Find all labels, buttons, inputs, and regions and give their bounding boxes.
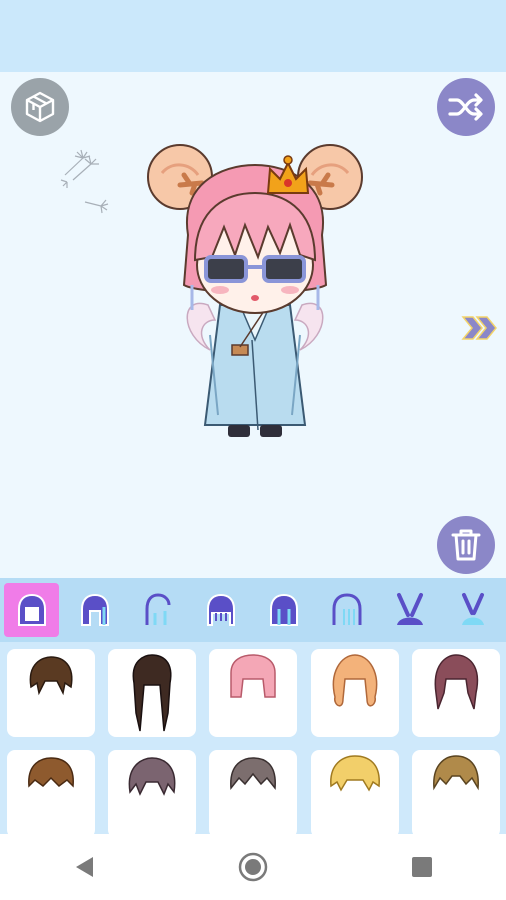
back-button[interactable] xyxy=(54,842,114,892)
cube-3d-icon xyxy=(25,91,55,123)
hairstyle-thumbnail xyxy=(230,757,276,790)
chibi-character xyxy=(147,144,363,437)
tab-hair-side[interactable] xyxy=(130,583,185,637)
back-triangle-icon xyxy=(76,857,94,877)
home-button[interactable] xyxy=(223,842,283,892)
shuffle-button[interactable] xyxy=(437,78,495,136)
tab-hair-full[interactable] xyxy=(4,583,59,637)
hairstyle-thumbnail xyxy=(128,757,176,796)
tab-hair-bangs[interactable] xyxy=(193,583,248,637)
hair-outline-icon xyxy=(332,593,361,625)
tab-hair-front[interactable] xyxy=(67,583,122,637)
hair-item-3[interactable] xyxy=(209,649,297,737)
hair-item-1[interactable] xyxy=(7,649,95,737)
hair-full-icon xyxy=(17,593,46,626)
trash-icon xyxy=(451,529,481,561)
hair-item-2[interactable] xyxy=(108,649,196,737)
tab-bunny-ears[interactable] xyxy=(382,583,437,637)
hairstyle-thumbnail xyxy=(434,654,479,710)
tab-hair-back[interactable] xyxy=(256,583,311,637)
home-circle-icon xyxy=(238,852,268,882)
view-3d-button[interactable] xyxy=(11,78,69,136)
hair-item-10[interactable] xyxy=(412,750,500,834)
recents-button[interactable] xyxy=(392,842,452,892)
hairstyle-thumbnail xyxy=(230,654,276,698)
hair-front-icon xyxy=(80,593,109,626)
hairstyle-thumbnail xyxy=(332,654,378,707)
dandelion-seed-icon xyxy=(60,149,109,214)
hair-item-9[interactable] xyxy=(311,750,399,834)
hairstyle-thumbnail xyxy=(132,654,172,732)
hair-item-grid xyxy=(0,642,506,834)
hairstyle-thumbnail xyxy=(29,656,73,696)
hair-back-icon xyxy=(269,593,298,626)
recents-square-icon xyxy=(411,857,432,877)
hair-item-8[interactable] xyxy=(209,750,297,834)
hairstyle-thumbnail xyxy=(28,757,74,788)
category-tab-bar xyxy=(0,578,506,642)
hairstyle-thumbnail xyxy=(433,755,479,791)
delete-button[interactable] xyxy=(437,516,495,574)
hair-bangs-icon xyxy=(206,593,235,626)
bunny-ears-alt-icon xyxy=(461,593,484,625)
shuffle-icon xyxy=(448,93,483,121)
tab-hair-outline[interactable] xyxy=(319,583,374,637)
hairstyle-thumbnail xyxy=(330,755,380,792)
system-nav-bar xyxy=(0,834,506,900)
hair-item-7[interactable] xyxy=(108,750,196,834)
tab-bunny-ears-alt[interactable] xyxy=(445,583,500,637)
hair-item-4[interactable] xyxy=(311,649,399,737)
bunny-ears-icon xyxy=(396,593,423,625)
top-bar xyxy=(0,0,506,72)
hair-item-6[interactable] xyxy=(7,750,95,834)
double-chevron-right-icon[interactable] xyxy=(460,313,500,343)
hair-item-5[interactable] xyxy=(412,649,500,737)
hair-side-icon xyxy=(145,593,170,625)
